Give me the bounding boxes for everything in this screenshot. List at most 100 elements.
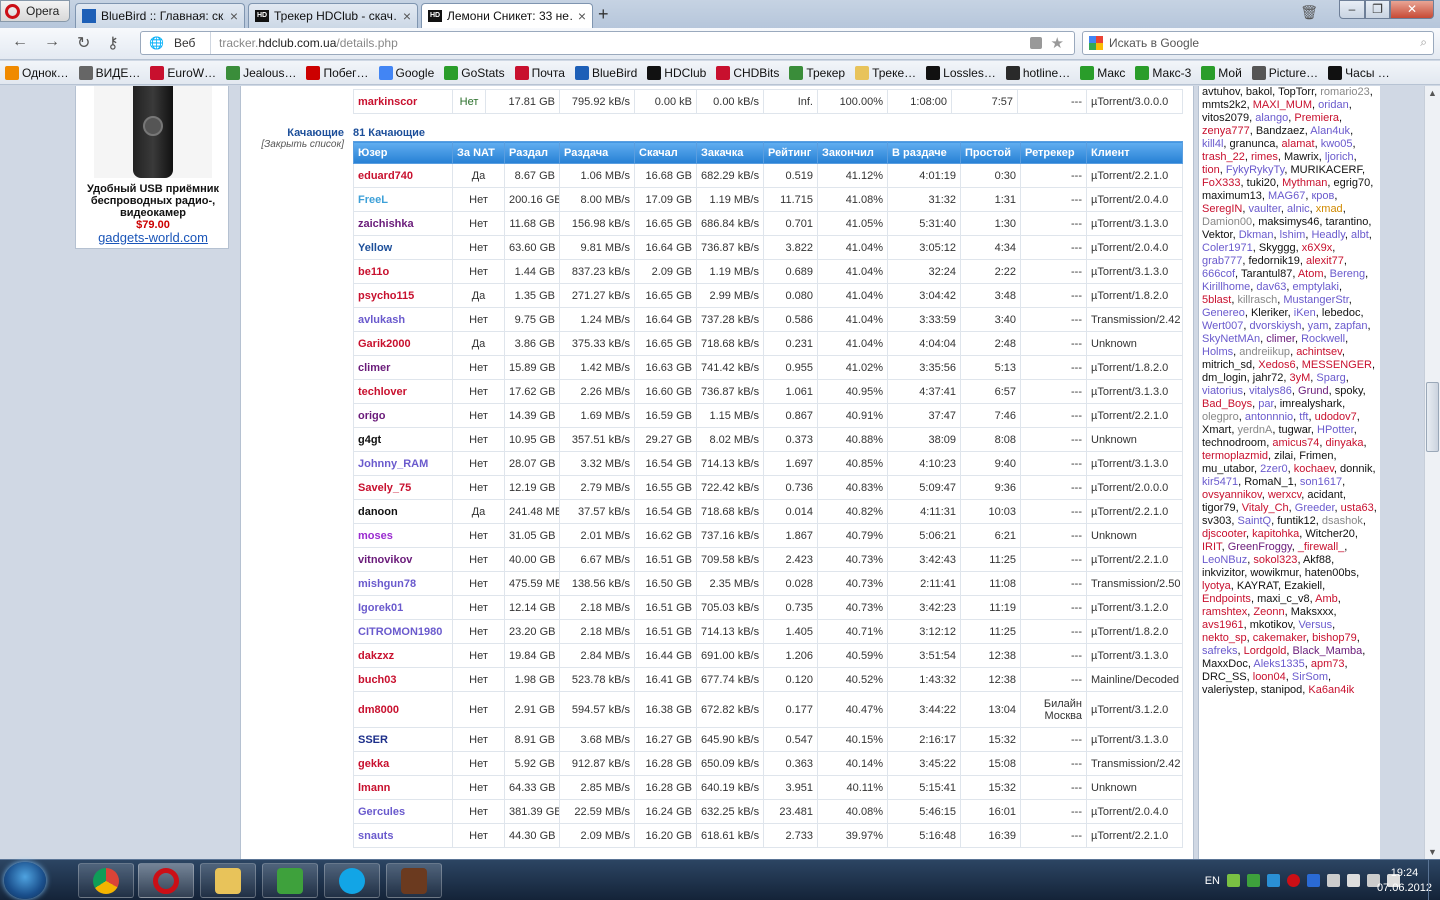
- online-user-link[interactable]: KAYRAT: [1237, 580, 1278, 592]
- online-user-link[interactable]: kochaev: [1294, 463, 1334, 475]
- tray-app-icon[interactable]: [1327, 874, 1340, 887]
- online-user-link[interactable]: iKen: [1294, 307, 1316, 319]
- online-user-link[interactable]: Wert007: [1202, 320, 1243, 332]
- new-tab-button[interactable]: +: [598, 4, 609, 25]
- online-user-link[interactable]: bishop79: [1312, 632, 1357, 644]
- online-user-link[interactable]: RomaN_1: [1244, 476, 1294, 488]
- online-user-link[interactable]: ramshtex: [1202, 606, 1247, 618]
- online-user-link[interactable]: 666cof: [1202, 268, 1235, 280]
- vertical-scrollbar[interactable]: ▲ ▼: [1424, 86, 1440, 859]
- online-user-link[interactable]: trash_22: [1202, 151, 1245, 163]
- online-user-link[interactable]: lshim: [1280, 229, 1306, 241]
- start-button-icon[interactable]: [4, 862, 46, 899]
- peer-username[interactable]: mishgun78: [353, 571, 453, 596]
- close-list-link[interactable]: [Закрыть список]: [241, 139, 344, 151]
- online-user-link[interactable]: antonnnio: [1245, 411, 1293, 423]
- skype-taskbar-icon[interactable]: [324, 863, 380, 898]
- key-icon[interactable]: ⚷: [107, 33, 119, 53]
- online-user-link[interactable]: SeregIN: [1202, 203, 1242, 215]
- online-user-link[interactable]: achintsev: [1296, 346, 1342, 358]
- online-user-link[interactable]: Greeder: [1295, 502, 1335, 514]
- column-header[interactable]: Ретрекер: [1020, 141, 1087, 164]
- online-user-link[interactable]: Bandzaez: [1256, 125, 1305, 137]
- online-user-link[interactable]: djscooter: [1202, 528, 1246, 540]
- online-user-link[interactable]: maxi_c_v8: [1257, 593, 1310, 605]
- online-user-link[interactable]: killrasch: [1237, 294, 1277, 306]
- bookmark-item[interactable]: hotline…: [1001, 65, 1075, 80]
- online-user-link[interactable]: Aleks1335: [1253, 658, 1304, 670]
- bookmark-item[interactable]: Мой: [1196, 65, 1247, 80]
- online-user-link[interactable]: sokol323: [1253, 554, 1297, 566]
- online-user-link[interactable]: mkotikov: [1250, 619, 1293, 631]
- online-user-link[interactable]: x6X9x: [1302, 242, 1333, 254]
- address-field[interactable]: 🌐 Веб tracker.hdclub.com.ua/details.php …: [140, 31, 1075, 55]
- online-user-link[interactable]: grab777: [1202, 255, 1242, 267]
- online-user-link[interactable]: loon04: [1253, 671, 1286, 683]
- online-user-link[interactable]: rimes: [1251, 151, 1278, 163]
- online-user-link[interactable]: werxcv: [1268, 489, 1301, 501]
- opera-menu-button[interactable]: Opera: [0, 0, 70, 22]
- online-user-link[interactable]: cakemaker: [1253, 632, 1306, 644]
- peer-username[interactable]: danoon: [353, 499, 453, 524]
- online-user-link[interactable]: zapfan: [1335, 320, 1368, 332]
- online-user-link[interactable]: Xedos6: [1258, 359, 1295, 371]
- bookmark-item[interactable]: Google: [374, 65, 440, 80]
- tab-hdclub-tracker[interactable]: HD Трекер HDClub - скач… ×: [248, 3, 418, 28]
- online-user-link[interactable]: mmts2k2: [1202, 99, 1247, 111]
- reload-icon[interactable]: ↻: [77, 33, 90, 53]
- online-user-link[interactable]: Atom: [1298, 268, 1324, 280]
- online-user-link[interactable]: yam: [1308, 320, 1329, 332]
- tray-app-icon[interactable]: [1347, 874, 1360, 887]
- online-user-link[interactable]: Black_Mamba: [1293, 645, 1363, 657]
- tray-app-icon[interactable]: [1227, 874, 1240, 887]
- bookmark-item[interactable]: Часы …: [1323, 65, 1395, 80]
- online-user-link[interactable]: MAXI_MUM: [1253, 99, 1312, 111]
- online-user-link[interactable]: FoX333: [1202, 177, 1241, 189]
- opera-taskbar-icon[interactable]: [138, 863, 194, 898]
- explorer-taskbar-icon[interactable]: [200, 863, 256, 898]
- online-user-link[interactable]: safreks: [1202, 645, 1237, 657]
- online-user-link[interactable]: ljorich: [1325, 151, 1354, 163]
- online-user-link[interactable]: romario23: [1320, 86, 1370, 98]
- column-header[interactable]: Закачка: [696, 141, 764, 164]
- online-user-link[interactable]: emptylaki: [1293, 281, 1339, 293]
- online-user-link[interactable]: Xmart: [1202, 424, 1231, 436]
- bookmark-item[interactable]: Однок…: [0, 65, 74, 80]
- peer-username[interactable]: be11o: [353, 259, 453, 284]
- online-user-link[interactable]: Endpoints: [1202, 593, 1251, 605]
- online-user-link[interactable]: ovsyannikov: [1202, 489, 1262, 501]
- online-user-link[interactable]: Maksxxx: [1291, 606, 1334, 618]
- online-user-link[interactable]: 3yM: [1289, 372, 1310, 384]
- online-user-link[interactable]: andreiikup: [1239, 346, 1290, 358]
- online-user-link[interactable]: Grund: [1298, 385, 1329, 397]
- language-indicator[interactable]: EN: [1205, 875, 1220, 887]
- online-user-link[interactable]: tigor79: [1202, 502, 1236, 514]
- online-user-link[interactable]: vaulter: [1248, 203, 1280, 215]
- online-user-link[interactable]: maksimys46: [1258, 216, 1319, 228]
- ad-banner[interactable]: Удобный USB приёмник беспроводных радио-…: [75, 86, 229, 249]
- online-user-link[interactable]: dvorskiysh: [1250, 320, 1302, 332]
- online-user-link[interactable]: vitos2079: [1202, 112, 1249, 124]
- online-user-link[interactable]: imrealyshark: [1280, 398, 1342, 410]
- bookmark-item[interactable]: EuroW…: [145, 65, 221, 80]
- online-user-link[interactable]: haten00bs: [1305, 567, 1356, 579]
- search-field[interactable]: Искать в Google ⌕: [1082, 31, 1434, 55]
- online-user-link[interactable]: tugwar: [1278, 424, 1310, 436]
- peer-username[interactable]: Johnny_RAM: [353, 451, 453, 476]
- online-user-link[interactable]: yerdnA: [1237, 424, 1272, 436]
- online-user-link[interactable]: kapitohka: [1252, 528, 1299, 540]
- bookmark-item[interactable]: BlueBird: [570, 65, 642, 80]
- online-user-link[interactable]: maximum13: [1202, 190, 1262, 202]
- peer-username[interactable]: vitnovikov: [353, 547, 453, 572]
- peer-username[interactable]: FreeL: [353, 187, 453, 212]
- online-user-link[interactable]: Coler1971: [1202, 242, 1253, 254]
- online-user-link[interactable]: Rockwell: [1301, 333, 1345, 345]
- peer-username[interactable]: Igorek01: [353, 595, 453, 620]
- online-user-link[interactable]: Skyggg: [1259, 242, 1296, 254]
- minimize-icon[interactable]: –: [1339, 0, 1365, 19]
- utorrent-tray-icon[interactable]: [1247, 874, 1260, 887]
- bookmark-item[interactable]: Почта: [510, 65, 570, 80]
- bookmark-item[interactable]: Макс: [1075, 65, 1130, 80]
- online-user-link[interactable]: Lordgold: [1244, 645, 1287, 657]
- peer-username[interactable]: climer: [353, 355, 453, 380]
